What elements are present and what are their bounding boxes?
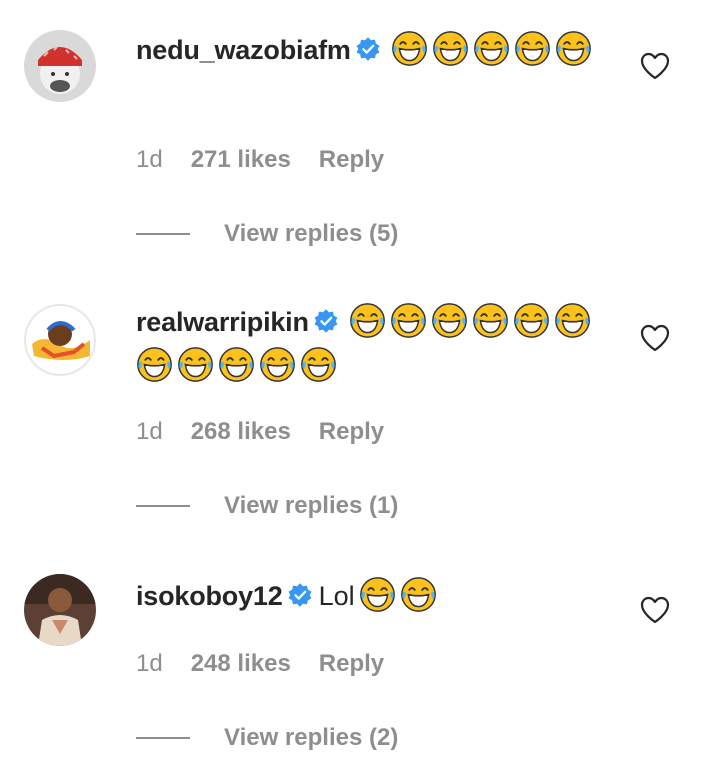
divider-line: [136, 737, 190, 739]
view-replies-label: View replies (2): [224, 724, 399, 751]
laughing-tears-emoji-icon: [137, 347, 172, 382]
username[interactable]: isokoboy12: [136, 581, 283, 611]
laughing-tears-emoji-icon: [359, 577, 395, 612]
laughing-tears-emoji-icon: [555, 31, 591, 66]
view-replies-button[interactable]: View replies (2): [136, 724, 398, 752]
avatar[interactable]: [24, 574, 96, 646]
comment-body: realwarripikin: [136, 300, 606, 388]
emoji-row: [391, 31, 596, 66]
verified-badge-icon: [314, 309, 338, 333]
verified-badge-icon: [288, 583, 312, 607]
heart-icon[interactable]: [640, 596, 670, 624]
laughing-tears-emoji-icon: [400, 577, 436, 612]
laughing-tears-emoji-icon: [554, 303, 590, 338]
laughing-tears-emoji-icon: [513, 303, 549, 338]
divider-line: [136, 233, 190, 235]
comment-body: isokoboy12 Lol: [136, 574, 606, 618]
heart-icon[interactable]: [640, 52, 670, 80]
like-count[interactable]: 271 likes: [191, 146, 291, 174]
comment-meta: 1d 248 likes Reply: [136, 650, 384, 678]
laughing-tears-emoji-icon: [431, 303, 467, 338]
divider-line: [136, 505, 190, 507]
reply-button[interactable]: Reply: [319, 418, 384, 446]
laughing-tears-emoji-icon: [432, 31, 468, 66]
laughing-tears-emoji-icon: [178, 347, 213, 382]
laughing-tears-emoji-icon: [473, 31, 509, 66]
username[interactable]: realwarripikin: [136, 307, 309, 337]
view-replies-button[interactable]: View replies (5): [136, 220, 398, 248]
laughing-tears-emoji-icon: [219, 347, 254, 382]
view-replies-label: View replies (5): [224, 220, 399, 247]
view-replies-label: View replies (1): [224, 492, 399, 519]
comment-meta: 1d 268 likes Reply: [136, 418, 384, 446]
verified-badge-icon: [356, 37, 380, 61]
comment-body: nedu_wazobiafm: [136, 28, 606, 72]
laughing-tears-emoji-icon: [390, 303, 426, 338]
reply-button[interactable]: Reply: [319, 650, 384, 678]
laughing-tears-emoji-icon: [514, 31, 550, 66]
laughing-tears-emoji-icon: [301, 347, 336, 382]
like-count[interactable]: 268 likes: [191, 418, 291, 446]
laughing-tears-emoji-icon: [472, 303, 508, 338]
comment-text: Lol: [318, 581, 355, 611]
laughing-tears-emoji-icon: [391, 31, 427, 66]
comment-time[interactable]: 1d: [136, 418, 163, 446]
reply-button[interactable]: Reply: [319, 146, 384, 174]
username[interactable]: nedu_wazobiafm: [136, 35, 351, 65]
avatar[interactable]: [24, 30, 96, 102]
comment-time[interactable]: 1d: [136, 146, 163, 174]
comment-meta: 1d 271 likes Reply: [136, 146, 384, 174]
like-count[interactable]: 248 likes: [191, 650, 291, 678]
emoji-row: [359, 577, 441, 612]
laughing-tears-emoji-icon: [349, 303, 385, 338]
view-replies-button[interactable]: View replies (1): [136, 492, 398, 520]
comment-time[interactable]: 1d: [136, 650, 163, 678]
laughing-tears-emoji-icon: [260, 347, 295, 382]
heart-icon[interactable]: [640, 324, 670, 352]
avatar[interactable]: [24, 304, 96, 376]
